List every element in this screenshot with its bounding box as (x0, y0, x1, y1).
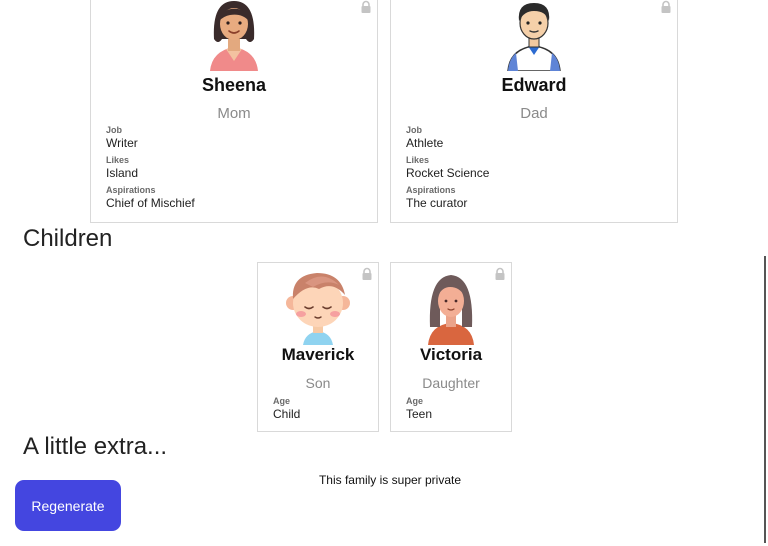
attribute-label-likes: Likes (406, 155, 430, 165)
attribute-label-job: Job (406, 125, 423, 135)
person-role: Son (305, 375, 331, 391)
attribute-list: Age Teen (406, 396, 432, 426)
person-role: Dad (520, 105, 548, 122)
attribute-value-age: Teen (406, 407, 433, 421)
attribute-list: Job Athlete Likes Rocket Science Aspirat… (406, 125, 489, 215)
person-role: Daughter (422, 375, 480, 391)
attribute-label-age: Age (406, 396, 424, 406)
attribute-value-job: Athlete (406, 136, 444, 150)
attribute-label-age: Age (273, 396, 291, 406)
attribute-label-likes: Likes (106, 155, 130, 165)
family-card-dad: Edward Dad Job Athlete Likes Rocket Scie… (390, 0, 678, 223)
family-card-daughter: Victoria Daughter Age Teen (390, 262, 512, 432)
attribute-value-likes: Island (106, 166, 139, 180)
person-role: Mom (217, 105, 251, 122)
person-name: Victoria (419, 345, 483, 364)
lock-icon[interactable] (493, 267, 507, 281)
person-name: Maverick (281, 345, 355, 364)
lock-icon[interactable] (659, 0, 673, 14)
lock-icon[interactable] (360, 267, 374, 281)
man-avatar-icon (502, 0, 566, 72)
attribute-label-job: Job (106, 125, 123, 135)
attribute-value-job: Writer (106, 136, 138, 150)
attribute-list: Age Child (273, 396, 300, 426)
lock-icon[interactable] (359, 0, 373, 14)
children-heading: Children (23, 225, 113, 252)
attribute-value-aspirations: The curator (406, 196, 468, 210)
person-name: Edward (501, 75, 567, 95)
boy-avatar-icon (283, 269, 353, 345)
attribute-value-age: Child (273, 407, 301, 421)
attribute-label-aspirations: Aspirations (406, 185, 456, 195)
girl-avatar-icon (416, 269, 486, 345)
scrollbar[interactable] (764, 256, 766, 543)
extra-heading: A little extra... (23, 433, 168, 460)
person-name: Sheena (201, 75, 267, 95)
attribute-label-aspirations: Aspirations (106, 185, 156, 195)
attribute-list: Job Writer Likes Island Aspirations Chie… (106, 125, 195, 215)
family-card-mom: Sheena Mom Job Writer Likes Island Aspir… (90, 0, 378, 223)
regenerate-button[interactable]: Regenerate (15, 480, 121, 531)
woman-avatar-icon (202, 0, 266, 71)
attribute-value-aspirations: Chief of Mischief (106, 196, 195, 210)
attribute-value-likes: Rocket Science (406, 166, 490, 180)
family-card-son: Maverick Son Age Child (257, 262, 379, 432)
